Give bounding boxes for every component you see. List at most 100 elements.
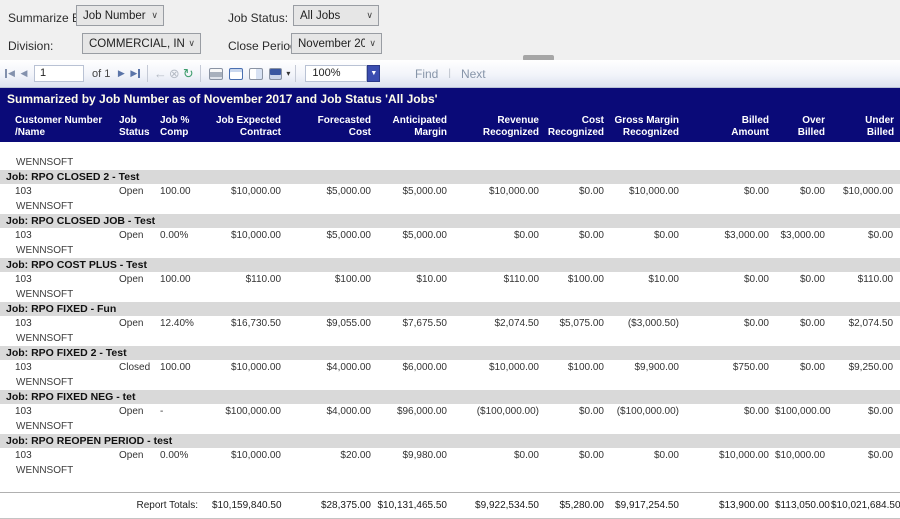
- zoom-dropdown-button[interactable]: ▼: [367, 65, 380, 82]
- cell-customer-number: 103: [0, 272, 118, 287]
- customer-name-row: WENNSOFT: [0, 463, 900, 478]
- previous-page-button[interactable]: ◀: [17, 65, 31, 83]
- cell-job-status: Open: [118, 272, 158, 287]
- last-page-button[interactable]: ▶: [128, 65, 142, 83]
- summarize-by-dropdown[interactable]: Job Number ∨: [76, 5, 164, 26]
- col-header-forecasted-cost: ForecastedCost: [287, 110, 377, 142]
- print-icon[interactable]: [209, 68, 223, 80]
- find-button[interactable]: Find: [415, 67, 438, 81]
- cell-job-status: Open: [118, 316, 158, 331]
- close-period-dropdown[interactable]: November 2017 ∨: [291, 33, 382, 54]
- job-status-label: Job Status:: [228, 11, 288, 25]
- cell-customer-number: 103: [0, 316, 118, 331]
- refresh-button[interactable]: ↻: [181, 65, 195, 83]
- toolbar-separator: [295, 65, 296, 82]
- col-header-over-billed: OverBilled: [775, 110, 831, 142]
- division-label: Division:: [8, 39, 53, 53]
- save-export-icon: [269, 68, 282, 80]
- customer-name-row: WENNSOFT: [0, 287, 900, 302]
- cell-job-status: Open: [118, 184, 158, 199]
- next-page-button[interactable]: ▶: [114, 65, 128, 83]
- col-header-job-status: JobStatus: [118, 110, 158, 142]
- cell-customer-number: 103: [0, 404, 118, 419]
- table-row: 103 Open 100.00 $110.00 $100.00 $10.00 $…: [0, 272, 900, 287]
- toolbar-separator: [200, 65, 201, 82]
- customer-name-row: WENNSOFT: [0, 243, 900, 258]
- customer-name-row: WENNSOFT: [0, 155, 900, 170]
- chevron-down-icon: ∨: [151, 10, 158, 21]
- col-header-customer: Customer Number/Name: [0, 110, 118, 142]
- spacer-row: [0, 142, 900, 155]
- col-header-anticipated-margin: AnticipatedMargin: [377, 110, 453, 142]
- chevron-down-icon: ∨: [369, 38, 376, 49]
- col-header-job-pct-comp: Job %Comp: [158, 110, 212, 142]
- cell-customer-number: 103: [0, 228, 118, 243]
- report-toolbar: ◀ ◀ 1 of 1 ▶ ▶ ← ⊗ ↻ ▾ 100% ▼ Find | Nex…: [0, 60, 900, 88]
- col-header-job-expected-contract: Job ExpectedContract: [212, 110, 287, 142]
- job-group-header: Job: RPO CLOSED 2 - Test: [0, 170, 900, 184]
- cell-job-pct: 0.00%: [158, 228, 212, 243]
- col-header-billed-amount: BilledAmount: [685, 110, 775, 142]
- chevron-down-icon: ∨: [366, 10, 373, 21]
- table-row: 103 Open 100.00 $10,000.00 $5,000.00 $5,…: [0, 184, 900, 199]
- find-next-button[interactable]: Next: [461, 67, 486, 81]
- customer-name-row: WENNSOFT: [0, 199, 900, 214]
- job-group-header: Job: RPO FIXED - Fun: [0, 302, 900, 316]
- close-period-label: Close Period: [228, 39, 297, 53]
- report-title: Summarized by Job Number as of November …: [0, 88, 900, 110]
- col-header-under-billed: UnderBilled: [831, 110, 900, 142]
- cell-job-pct: 12.40%: [158, 316, 212, 331]
- cell-customer-number: 103: [0, 448, 118, 463]
- zoom-select[interactable]: 100%: [305, 65, 367, 82]
- cell-customer-number: 103: [0, 360, 118, 375]
- job-status-dropdown[interactable]: All Jobs ∨: [293, 5, 379, 26]
- toolbar-separator: [147, 65, 148, 82]
- cell-job-status: Closed: [118, 360, 158, 375]
- table-row: 103 Open - $100,000.00 $4,000.00 $96,000…: [0, 404, 900, 419]
- print-layout-icon[interactable]: [229, 68, 243, 80]
- customer-name-row: WENNSOFT: [0, 331, 900, 346]
- page-number-input[interactable]: 1: [34, 65, 84, 82]
- cell-customer-number: 103: [0, 184, 118, 199]
- cell-job-pct: 100.00: [158, 272, 212, 287]
- col-header-revenue-recognized: RevenueRecognized: [453, 110, 545, 142]
- customer-name-row: WENNSOFT: [0, 419, 900, 434]
- page-setup-icon[interactable]: [249, 68, 263, 80]
- table-row: 103 Open 12.40% $16,730.50 $9,055.00 $7,…: [0, 316, 900, 331]
- job-summary-table: Summarized by Job Number as of November …: [0, 88, 900, 519]
- col-header-cost-recognized: CostRecognized: [545, 110, 610, 142]
- find-next-separator: |: [448, 68, 451, 79]
- export-dropdown-caret-icon: ▾: [286, 69, 290, 78]
- table-row: 103 Open 0.00% $10,000.00 $20.00 $9,980.…: [0, 448, 900, 463]
- report-totals-label: Report Totals:: [0, 493, 212, 519]
- export-button[interactable]: ▾: [266, 65, 290, 83]
- cell-job-pct: -: [158, 404, 212, 419]
- cell-job-status: Open: [118, 448, 158, 463]
- division-dropdown[interactable]: COMMERCIAL, INDUS ∨: [82, 33, 201, 54]
- report-totals-row: Report Totals: $10,159,840.50 $28,375.00…: [0, 493, 900, 519]
- report-body: Summarized by Job Number as of November …: [0, 88, 900, 519]
- chevron-down-icon: ▼: [370, 70, 377, 77]
- customer-name-row: WENNSOFT: [0, 375, 900, 390]
- stop-rendering-button[interactable]: ⊗: [167, 65, 181, 83]
- job-group-header: Job: RPO COST PLUS - Test: [0, 258, 900, 272]
- cell-job-status: Open: [118, 404, 158, 419]
- first-page-button[interactable]: ◀: [3, 65, 17, 83]
- cell-job-pct: 100.00: [158, 184, 212, 199]
- column-header-row: Customer Number/Name JobStatus Job %Comp…: [0, 110, 900, 142]
- job-group-header: Job: RPO CLOSED JOB - Test: [0, 214, 900, 228]
- col-header-gross-margin-recognized: Gross MarginRecognized: [610, 110, 685, 142]
- spacer-row: [0, 478, 900, 493]
- job-group-header: Job: RPO FIXED 2 - Test: [0, 346, 900, 360]
- job-group-header: Job: RPO REOPEN PERIOD - test: [0, 434, 900, 448]
- job-group-header: Job: RPO FIXED NEG - tet: [0, 390, 900, 404]
- cell-job-pct: 0.00%: [158, 448, 212, 463]
- page-count-label: of 1: [92, 68, 110, 80]
- report-viewer-window: Summarize By: Job Number ∨ Job Status: A…: [0, 0, 900, 516]
- cell-job-pct: 100.00: [158, 360, 212, 375]
- table-row: 103 Open 0.00% $10,000.00 $5,000.00 $5,0…: [0, 228, 900, 243]
- chevron-down-icon: ∨: [188, 38, 195, 49]
- table-row: 103 Closed 100.00 $10,000.00 $4,000.00 $…: [0, 360, 900, 375]
- filter-panel: Summarize By: Job Number ∨ Job Status: A…: [0, 0, 900, 61]
- back-to-parent-button[interactable]: ←: [153, 65, 167, 83]
